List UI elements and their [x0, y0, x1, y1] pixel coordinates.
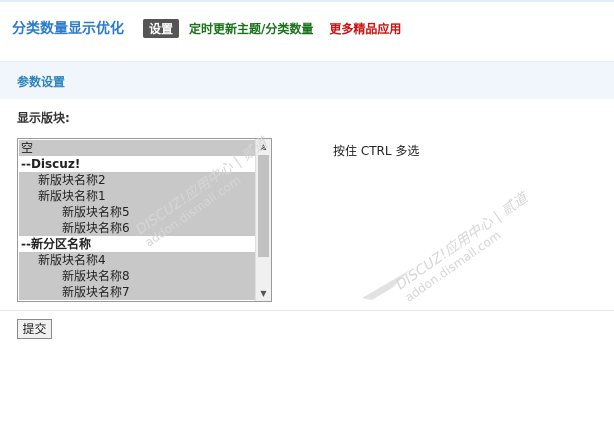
- submit-button[interactable]: 提交: [17, 319, 52, 339]
- select-option[interactable]: 空: [19, 140, 256, 156]
- select-option[interactable]: 新版块名称8: [19, 268, 256, 284]
- tab-scheduled-update[interactable]: 定时更新主题/分类数量: [189, 20, 313, 37]
- tab-settings[interactable]: 设置: [143, 18, 180, 38]
- option-list: 空 --Discuz! 新版块名称2 新版块名称1 新版块名称5 新版块名称6 --新分区名…: [19, 140, 256, 300]
- section-header: 参数设置: [0, 61, 614, 99]
- forums-multiselect[interactable]: 空 --Discuz! 新版块名称2 新版块名称1 新版块名称5 新版块名称6 --新分区名…: [17, 138, 272, 302]
- option-group-label: --Discuz!: [19, 156, 256, 172]
- tab-more-apps[interactable]: 更多精品应用: [329, 20, 401, 37]
- scrollbar-thumb[interactable]: [258, 155, 269, 257]
- scroll-up-icon[interactable]: ▲: [256, 139, 271, 154]
- watermark-text-2: DISCUZ!应用中心 | 贰道: [393, 189, 532, 293]
- select-option[interactable]: 新版块名称2: [19, 172, 256, 188]
- divider: [0, 310, 614, 311]
- select-option[interactable]: 新版块名称4: [19, 252, 256, 268]
- select-option[interactable]: 新版块名称1: [19, 188, 256, 204]
- top-border: [0, 0, 614, 2]
- select-option[interactable]: 新版块名称5: [19, 204, 256, 220]
- select-option[interactable]: 新版块名称6: [19, 220, 256, 236]
- scroll-down-icon[interactable]: ▼: [256, 286, 271, 301]
- plugin-header: 分类数量显示优化 设置 定时更新主题/分类数量 更多精品应用: [12, 17, 614, 39]
- multiselect-hint: 按住 CTRL 多选: [333, 144, 420, 158]
- option-group-label: --新分区名称: [19, 236, 256, 252]
- scrollbar[interactable]: ▲ ▼: [255, 139, 271, 301]
- select-option[interactable]: 新版块名称7: [19, 284, 256, 300]
- watermark-url-2: addon.dismall.com: [402, 228, 503, 305]
- plugin-title: 分类数量显示优化: [12, 21, 124, 37]
- section-title: 参数设置: [17, 75, 66, 89]
- watermark-logo-mark: [362, 270, 410, 300]
- forums-field-label: 显示版块:: [17, 111, 70, 125]
